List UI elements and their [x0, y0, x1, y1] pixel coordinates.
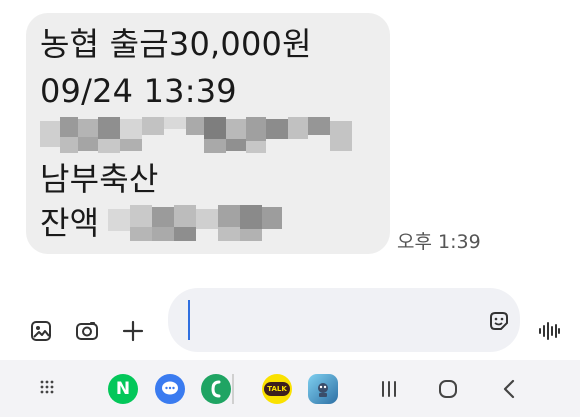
message-line-datetime: 09/24 13:39: [40, 72, 237, 110]
camera-icon[interactable]: [74, 318, 100, 344]
emoji-sticker-icon[interactable]: [486, 308, 512, 334]
message-line-merchant: 남부축산: [40, 160, 159, 198]
redacted-mosaic-balance: [108, 205, 284, 243]
app-drawer-icon[interactable]: [36, 376, 58, 398]
naver-app-icon[interactable]: N: [108, 374, 138, 404]
kakaotalk-app-icon[interactable]: TALK: [262, 374, 292, 404]
message-line-withdrawal: 농협 출금30,000원: [40, 25, 312, 63]
recent-apps-icon[interactable]: [378, 378, 400, 400]
plus-icon[interactable]: [120, 318, 146, 344]
message-line-balance-label: 잔액: [40, 204, 100, 242]
phone-app-icon[interactable]: [201, 374, 231, 404]
messages-app-icon[interactable]: [155, 374, 185, 404]
home-icon[interactable]: [437, 378, 459, 400]
text-cursor: [188, 300, 190, 340]
taskbar-divider: [232, 374, 234, 404]
voice-waveform-icon[interactable]: [536, 318, 562, 344]
kakaotalk-label: TALK: [264, 382, 290, 396]
message-bubble[interactable]: 농협 출금30,000원 09/24 13:39 남부축산 잔액: [26, 13, 390, 254]
message-input[interactable]: [168, 288, 520, 352]
game-app-icon[interactable]: [308, 374, 338, 404]
message-timestamp: 오후 1:39: [397, 231, 481, 253]
gallery-icon[interactable]: [28, 318, 54, 344]
naver-label: N: [108, 374, 138, 404]
redacted-mosaic-account: [40, 117, 356, 157]
bottom-navbar: N TALK: [0, 360, 580, 417]
back-icon[interactable]: [498, 378, 520, 400]
